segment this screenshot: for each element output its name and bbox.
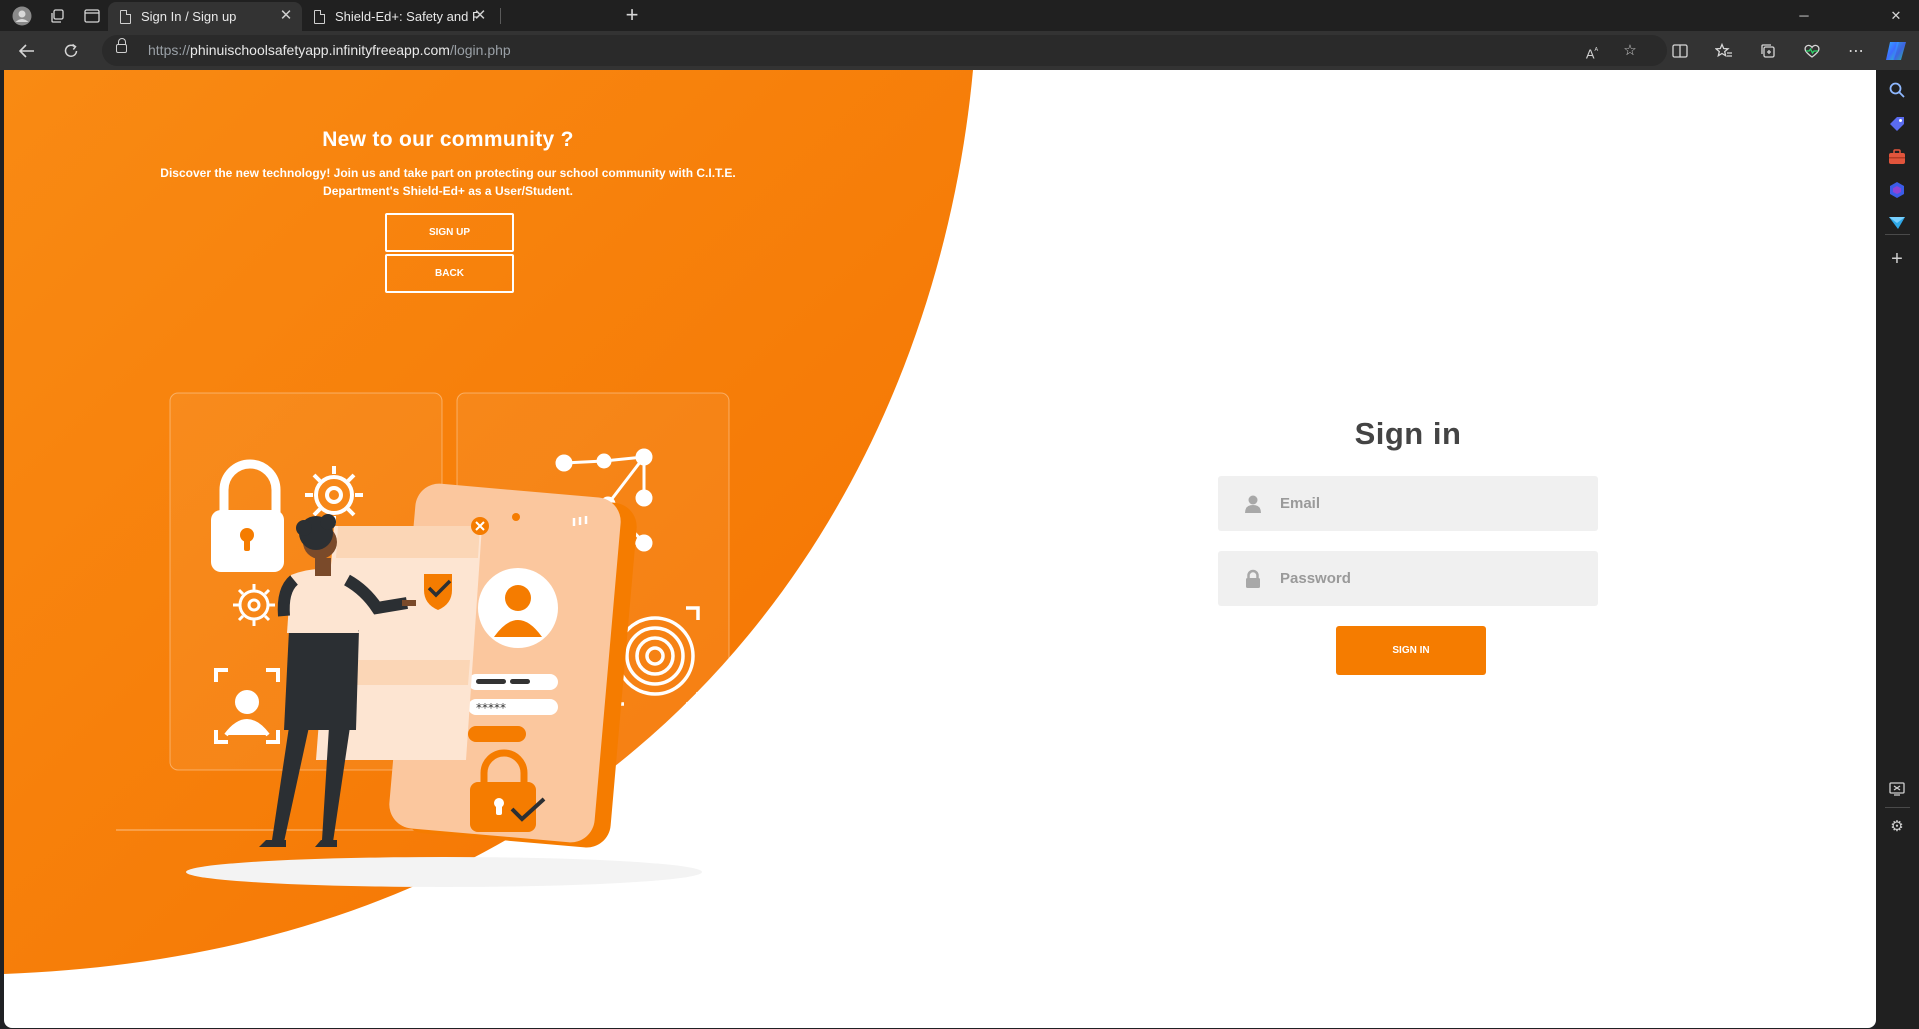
tab-title: Shield-Ed+: Safety and Preventio: [335, 9, 477, 24]
favorite-star-icon[interactable]: ☆: [1619, 40, 1641, 62]
email-input[interactable]: [1280, 495, 1570, 512]
url-host: phinuischoolsafetyapp.infinityfreeapp.co…: [190, 42, 450, 58]
minimize-button[interactable]: ─: [1781, 0, 1827, 31]
tab-sign-in[interactable]: Sign In / Sign up ✕: [108, 2, 302, 31]
back-button[interactable]: BACK: [385, 254, 514, 293]
sidebar-divider: [1885, 807, 1910, 808]
page-icon: [314, 9, 325, 24]
vertical-tabs-icon[interactable]: [74, 0, 110, 31]
browser-toolbar: https://phinuischoolsafetyapp.infinityfr…: [0, 31, 1919, 70]
read-aloud-icon[interactable]: Aᴬ: [1581, 40, 1603, 62]
tab-shield-ed[interactable]: Shield-Ed+: Safety and Preventio ✕: [302, 2, 496, 31]
svg-text:*****: *****: [476, 701, 506, 715]
signup-panel: New to our community ? Discover the new …: [4, 70, 892, 390]
page-icon: [120, 9, 131, 24]
panel-heading: New to our community ?: [322, 128, 574, 151]
split-screen-icon[interactable]: [1664, 35, 1696, 67]
password-input[interactable]: [1280, 570, 1570, 587]
user-icon: [1243, 494, 1263, 514]
close-tab-icon[interactable]: ✕: [472, 8, 488, 24]
tab-title: Sign In / Sign up: [141, 9, 237, 24]
edge-sidebar: + ⚙: [1876, 42, 1919, 1029]
browser-tab-bar: Sign In / Sign up ✕ Shield-Ed+: Safety a…: [0, 0, 1919, 31]
microsoft-365-icon[interactable]: [1884, 177, 1910, 203]
back-arrow-icon[interactable]: [11, 35, 43, 67]
url-path: /login.php: [449, 42, 511, 58]
copilot-icon[interactable]: [1883, 38, 1909, 64]
address-bar[interactable]: https://phinuischoolsafetyapp.infinityfr…: [102, 35, 1667, 66]
password-field[interactable]: [1218, 551, 1598, 606]
tools-briefcase-icon[interactable]: [1884, 144, 1910, 170]
sign-up-button[interactable]: SIGN UP: [385, 213, 514, 252]
tab-separator: [500, 8, 501, 24]
sign-in-form: Sign in SIGN IN: [1218, 70, 1603, 770]
url-text[interactable]: https://phinuischoolsafetyapp.infinityfr…: [148, 42, 511, 58]
lock-icon: [1243, 569, 1263, 589]
url-scheme: https://: [148, 42, 191, 58]
lock-icon[interactable]: [116, 38, 127, 53]
add-sidebar-app-icon[interactable]: +: [1884, 246, 1910, 272]
page-viewport: ***** New to our community ? Discover th…: [4, 70, 1876, 1028]
panel-description: Discover the new technology! Join us and…: [160, 166, 736, 198]
browser-essentials-icon[interactable]: [1796, 35, 1828, 67]
favorites-icon[interactable]: [1708, 35, 1740, 67]
close-tab-icon[interactable]: ✕: [278, 8, 294, 24]
new-tab-button[interactable]: +: [618, 0, 646, 31]
workspaces-icon[interactable]: [40, 0, 76, 31]
collections-icon[interactable]: [1752, 35, 1784, 67]
shopping-tag-icon[interactable]: [1884, 111, 1910, 137]
close-window-button[interactable]: ✕: [1873, 0, 1919, 31]
outlook-send-icon[interactable]: [1884, 210, 1910, 236]
email-field[interactable]: [1218, 476, 1598, 531]
sign-in-title: Sign in: [1354, 416, 1462, 451]
more-options-icon[interactable]: ⋯: [1840, 35, 1872, 67]
sidebar-divider: [1885, 234, 1910, 235]
sign-in-button[interactable]: SIGN IN: [1336, 626, 1486, 675]
refresh-icon[interactable]: [55, 35, 87, 67]
profile-icon[interactable]: [4, 0, 40, 31]
screenshot-icon[interactable]: [1884, 776, 1910, 802]
search-icon[interactable]: [1884, 77, 1910, 103]
sidebar-settings-gear-icon[interactable]: ⚙: [1884, 813, 1910, 839]
